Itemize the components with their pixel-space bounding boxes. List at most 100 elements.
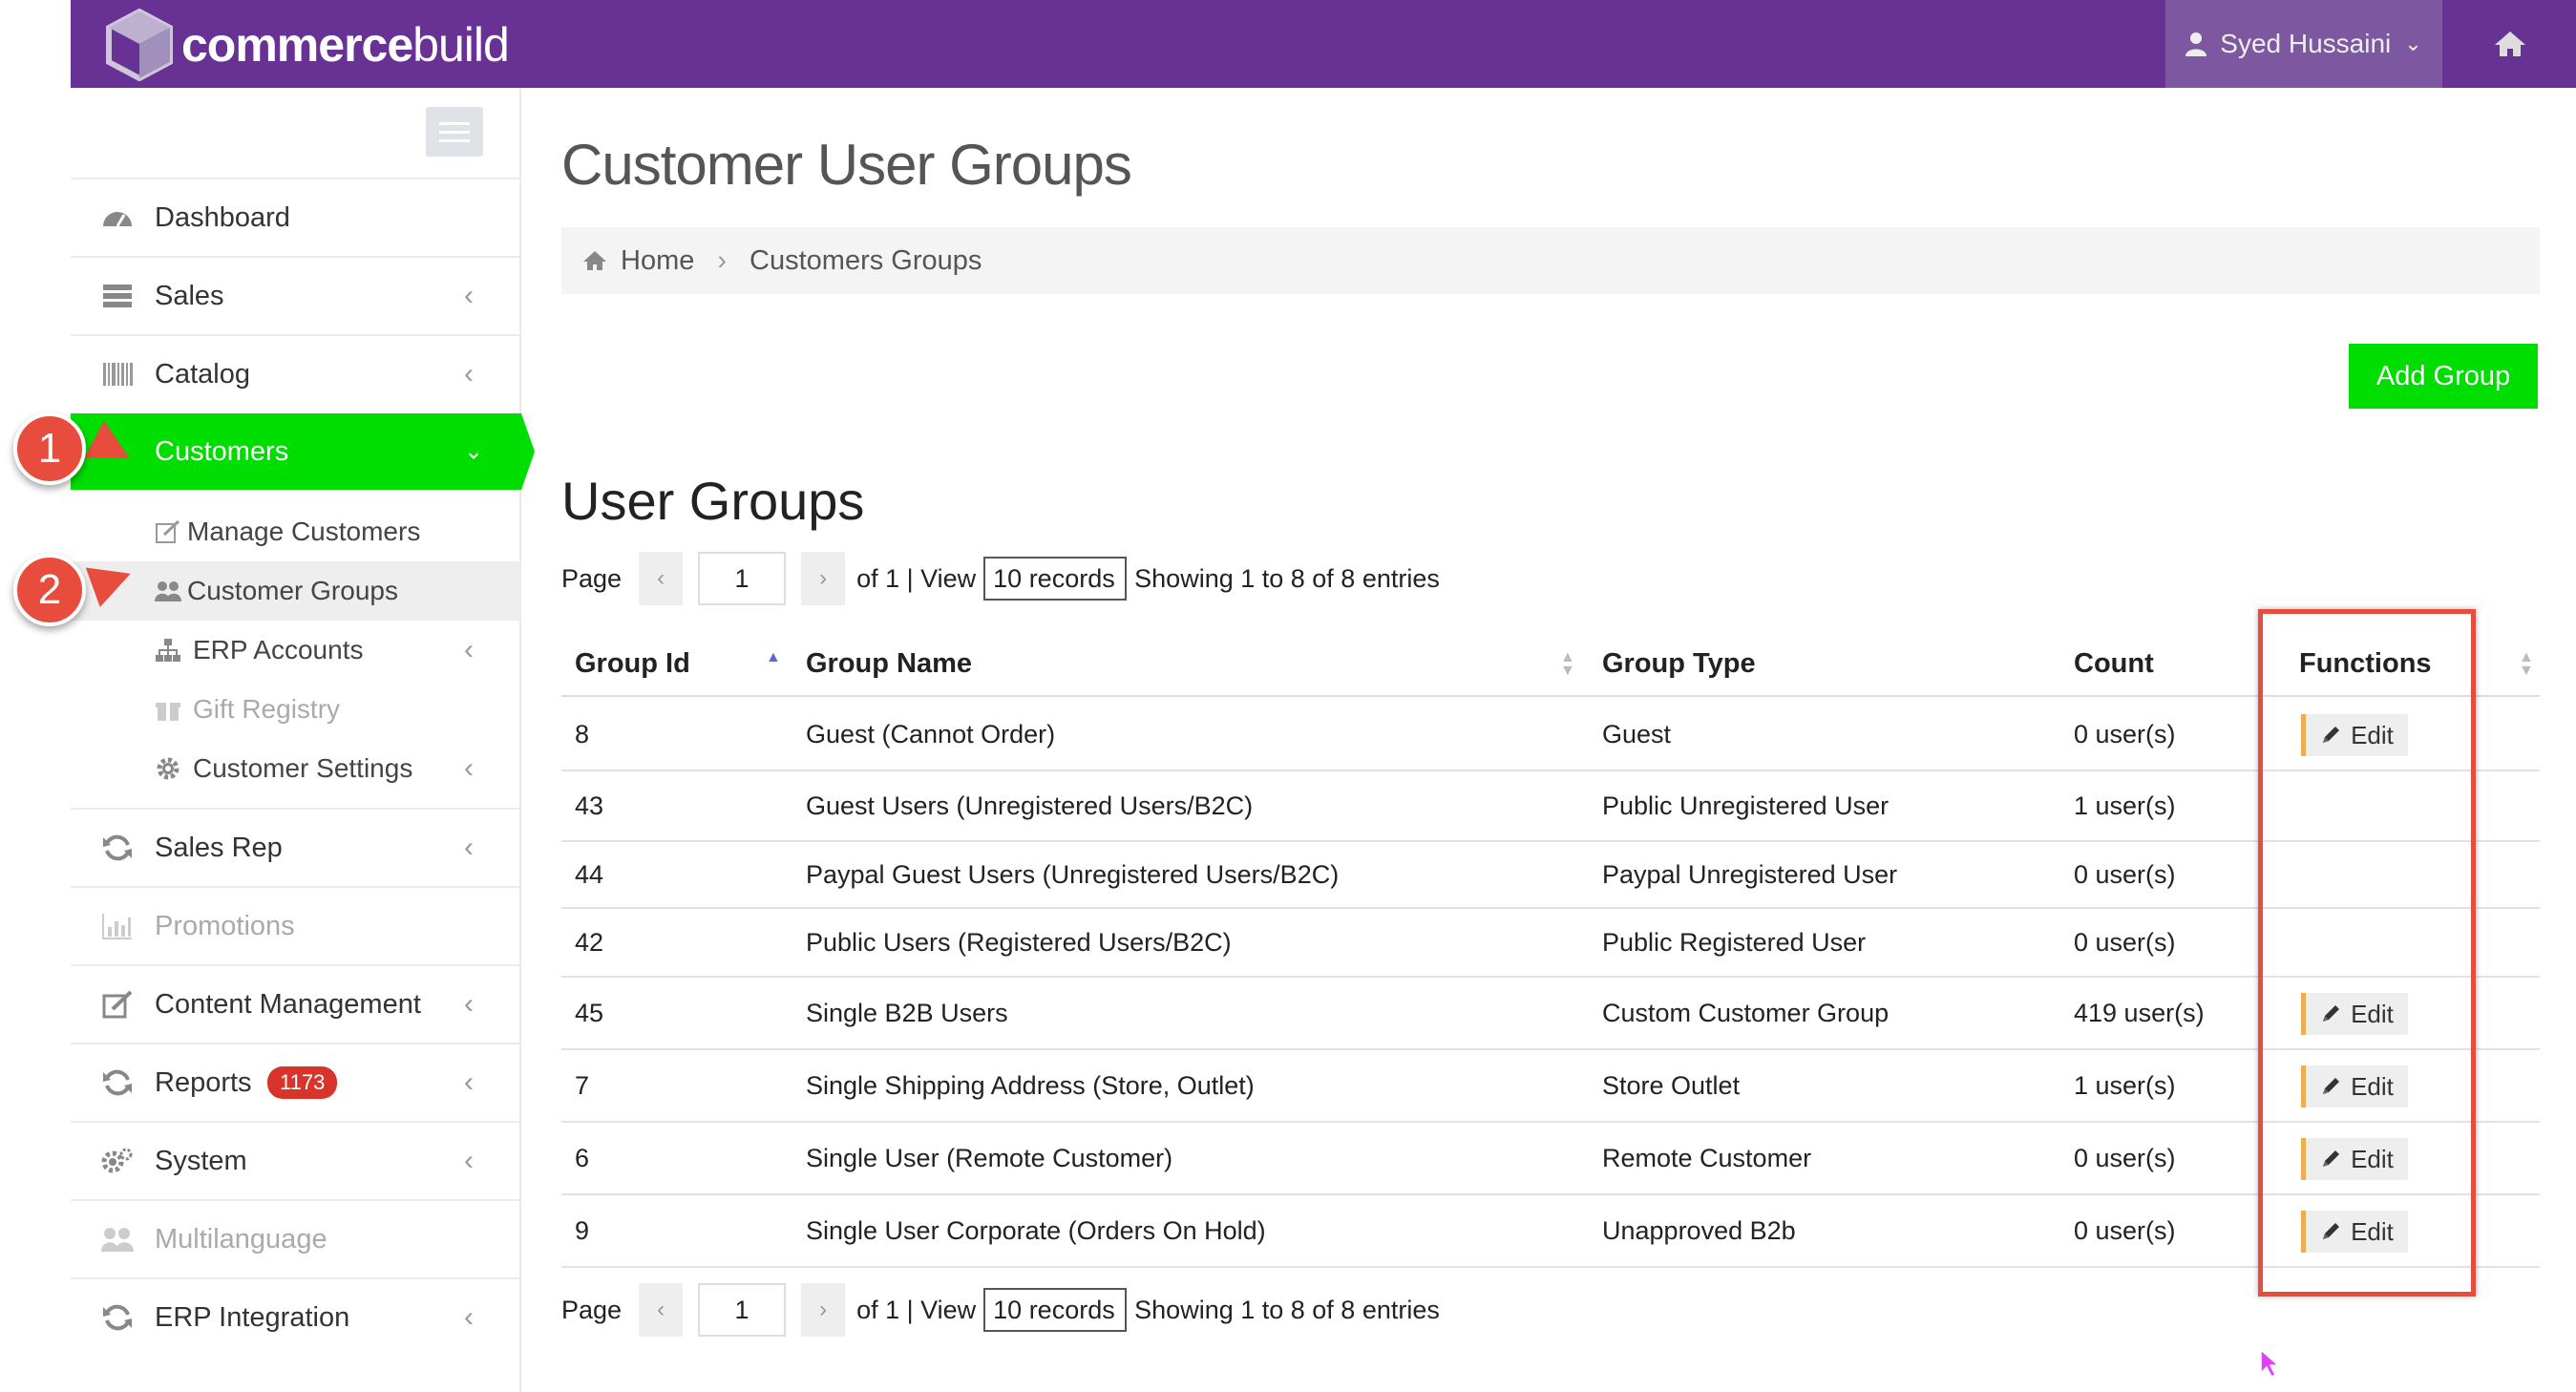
column-header-count[interactable]: Count — [2074, 630, 2154, 697]
gears-icon — [101, 1148, 133, 1173]
home-button[interactable] — [2444, 0, 2576, 88]
chevron-left-icon: ‹ — [464, 988, 474, 1020]
home-icon — [2495, 32, 2525, 56]
menu-toggle-button[interactable] — [426, 107, 483, 157]
sidebar-item-label: ERP Integration — [155, 1301, 350, 1333]
prev-page-button[interactable]: ‹ — [639, 1283, 684, 1337]
sidebar-subitem-manage-customers[interactable]: Manage Customers — [71, 502, 521, 561]
chevron-left-icon: ‹ — [464, 634, 474, 665]
chevron-left-icon: ‹ — [464, 1301, 474, 1333]
group-name-cell: Public Users (Registered Users/B2C) — [806, 927, 1232, 957]
sidebar-subitem-erp-accounts[interactable]: ERP Accounts ‹ — [71, 621, 521, 680]
brand-logo[interactable]: commercebuild — [105, 8, 510, 82]
sidebar-item-label: Catalog — [155, 358, 250, 390]
group-name-cell: Single B2B Users — [806, 998, 1008, 1027]
records-per-page-select[interactable]: 10 records⌄ — [983, 557, 1128, 601]
sidebar-item-sales[interactable]: Sales ‹ — [71, 256, 521, 334]
page-number-input[interactable]: 1 — [698, 1283, 787, 1337]
pager-showing-text: Showing 1 to 8 of 8 entries — [1134, 563, 1440, 593]
prev-page-button[interactable]: ‹ — [639, 552, 684, 605]
chevron-down-icon: ⌄ — [1115, 1298, 1125, 1322]
sidebar-item-label: Dashboard — [155, 201, 290, 233]
sidebar-subitem-label: ERP Accounts — [193, 635, 364, 664]
chevron-left-icon: ‹ — [464, 358, 474, 390]
chevron-left-icon: ‹ — [464, 1145, 474, 1176]
gift-icon — [156, 703, 180, 721]
chevron-left-icon: ‹ — [464, 280, 474, 311]
table-row: 7 Single Shipping Address (Store, Outlet)… — [561, 1050, 2540, 1123]
pager-showing-text: Showing 1 to 8 of 8 entries — [1134, 1295, 1440, 1324]
table-row: 44 Paypal Guest Users (Unregistered Users… — [561, 842, 2540, 909]
group-type-cell: Store Outlet — [1602, 1070, 1741, 1100]
users-icon — [155, 581, 181, 601]
sidebar-item-label: Promotions — [155, 910, 295, 941]
sidebar-item-content-management[interactable]: Content Management ‹ — [71, 964, 521, 1043]
barcode-icon — [103, 363, 133, 386]
user-menu[interactable]: Syed Hussaini ⌄ — [2165, 0, 2442, 88]
list-icon — [103, 285, 132, 307]
sort-icon[interactable]: ▲ ▼ — [2519, 650, 2534, 679]
group-name-cell: Guest Users (Unregistered Users/B2C) — [806, 791, 1254, 820]
edit-icon — [156, 519, 180, 543]
pager-top: Page ‹ 1 › of 1 | View 10 records⌄ Showi… — [561, 552, 1440, 605]
group-type-cell: Remote Customer — [1602, 1143, 1812, 1172]
pager-page-label: Page — [561, 563, 623, 593]
sidebar-item-reports[interactable]: Reports 1173 ‹ — [71, 1043, 521, 1121]
group-id-cell: 45 — [575, 998, 604, 1027]
group-id-cell: 8 — [575, 719, 590, 749]
add-group-button[interactable]: Add Group — [2349, 344, 2538, 409]
sidebar-subitem-label: Customer Settings — [193, 753, 413, 783]
sidebar-subitem-customer-groups[interactable]: Customer Groups — [71, 561, 521, 621]
sidebar-item-label: Sales Rep — [155, 832, 283, 863]
count-cell: 0 user(s) — [2074, 1143, 2176, 1172]
gear-icon — [157, 757, 179, 780]
chevron-left-icon: ‹ — [464, 1066, 474, 1098]
group-id-cell: 9 — [575, 1215, 590, 1245]
sidebar-item-multilanguage[interactable]: Multilanguage — [71, 1199, 521, 1277]
sort-asc-icon[interactable]: ▲ — [766, 650, 781, 665]
page-number-input[interactable]: 1 — [698, 552, 787, 605]
breadcrumb-current: Customers Groups — [750, 244, 982, 276]
records-per-page-value: 10 records — [993, 563, 1115, 593]
breadcrumb: Home › Customers Groups — [561, 227, 2540, 294]
page: { "header": { "brand_bold": "commerce", … — [0, 0, 2576, 1392]
sidebar-item-catalog[interactable]: Catalog ‹ — [71, 334, 521, 412]
count-cell: 0 user(s) — [2074, 859, 2176, 889]
breadcrumb-home-link[interactable]: Home — [621, 245, 694, 277]
table-row: 45 Single B2B Users Custom Customer Group 4… — [561, 978, 2540, 1050]
records-per-page-select[interactable]: 10 records⌄ — [983, 1288, 1128, 1332]
next-page-button[interactable]: › — [801, 1283, 846, 1337]
sidebar-item-system[interactable]: System ‹ — [71, 1121, 521, 1199]
sidebar-item-customers[interactable]: Customers ⌄ — [71, 413, 535, 490]
column-header-group-type[interactable]: Group Type — [1602, 630, 1756, 697]
users-icon — [101, 1228, 134, 1252]
sidebar-item-promotions[interactable]: Promotions — [71, 886, 521, 964]
home-icon — [583, 251, 606, 270]
column-header-group-name[interactable]: Group Name — [806, 630, 972, 697]
chevron-down-icon: ⌄ — [2404, 32, 2422, 55]
count-cell: 1 user(s) — [2074, 791, 2176, 820]
sidebar-item-sales-rep[interactable]: Sales Rep ‹ — [71, 808, 521, 886]
group-type-cell: Paypal Unregistered User — [1602, 859, 1898, 889]
refresh-icon — [103, 1304, 132, 1331]
sitemap-icon — [156, 639, 180, 662]
next-page-button[interactable]: › — [801, 552, 846, 605]
reports-count-badge: 1173 — [267, 1066, 338, 1099]
chevron-down-icon: ⌄ — [464, 438, 484, 465]
group-type-cell: Public Unregistered User — [1602, 791, 1890, 820]
group-name-cell: Single User (Remote Customer) — [806, 1143, 1173, 1172]
page-title: Customer User Groups — [561, 133, 1132, 197]
sort-icon[interactable]: ▲ ▼ — [1560, 650, 1575, 679]
section-title: User Groups — [561, 471, 865, 531]
column-header-group-id[interactable]: Group Id — [575, 630, 690, 697]
group-name-cell: Single User Corporate (Orders On Hold) — [806, 1215, 1266, 1245]
sidebar-item-dashboard[interactable]: Dashboard — [71, 178, 521, 256]
pager-of-label: of 1 | View — [856, 1295, 977, 1324]
sidebar-item-erp-integration[interactable]: ERP Integration ‹ — [71, 1277, 521, 1356]
functions-column-highlight — [2258, 609, 2476, 1297]
sidebar-subitem-customer-settings[interactable]: Customer Settings ‹ — [71, 739, 521, 798]
sidebar-subitem-gift-registry[interactable]: Gift Registry — [71, 680, 521, 739]
breadcrumb-separator-icon: › — [717, 244, 728, 276]
count-cell: 0 user(s) — [2074, 927, 2176, 957]
sidebar-subitem-label: Gift Registry — [193, 694, 341, 724]
